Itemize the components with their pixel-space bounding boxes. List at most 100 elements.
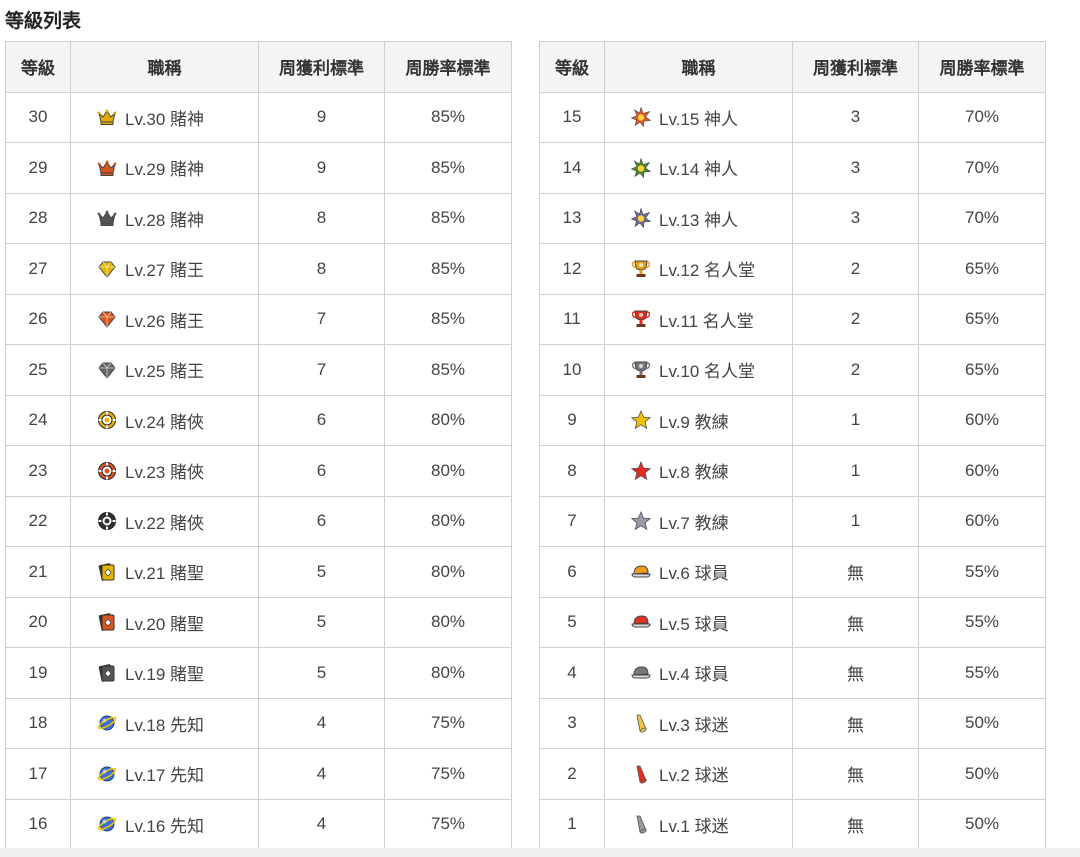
cap-icon [631, 663, 651, 683]
title-label: Lv.13 神人 [659, 210, 739, 230]
title-cell: Lv.21 賭聖 [70, 546, 259, 598]
level-cell: 17 [5, 748, 71, 800]
weekly-winrate-cell: 80% [384, 394, 512, 446]
level-cell: 12 [539, 243, 605, 295]
title-label: Lv.5 球員 [659, 614, 729, 634]
title-label: Lv.8 教練 [659, 463, 729, 483]
diamond-icon [97, 309, 117, 329]
table-row: 26 Lv.26 賭王 7 85% [5, 293, 512, 345]
level-cell: 6 [539, 546, 605, 598]
title-label: Lv.11 名人堂 [659, 311, 754, 331]
title-cell: Lv.24 賭俠 [70, 394, 259, 446]
planet-icon [97, 713, 117, 733]
trophy-icon [631, 309, 651, 329]
weekly-profit-cell: 6 [258, 495, 385, 547]
title-cell: Lv.13 神人 [604, 192, 793, 244]
weekly-profit-cell: 9 [258, 142, 385, 194]
level-cell: 15 [539, 91, 605, 143]
title-label: Lv.9 教練 [659, 412, 729, 432]
table-row: 14 Lv.14 神人 3 70% [539, 142, 1046, 194]
table-row: 5 Lv.5 球員 無 55% [539, 596, 1046, 648]
trophy-icon [631, 259, 651, 279]
weekly-profit-cell: 7 [258, 293, 385, 345]
title-label: Lv.30 賭神 [125, 109, 205, 129]
title-cell: Lv.26 賭王 [70, 293, 259, 345]
column-header-title: 職稱 [604, 41, 793, 93]
level-table-right-body: 15 Lv.15 神人 3 70% 14 Lv.14 神人 3 70% 13 Lv.13 神人 3 7… [539, 91, 1046, 850]
weekly-winrate-cell: 60% [918, 495, 1046, 547]
weekly-profit-cell: 1 [792, 445, 919, 497]
weekly-winrate-cell: 70% [918, 142, 1046, 194]
level-cell: 26 [5, 293, 71, 345]
weekly-winrate-cell: 85% [384, 142, 512, 194]
column-header-title: 職稱 [70, 41, 259, 93]
weekly-winrate-cell: 65% [918, 344, 1046, 396]
weekly-winrate-cell: 50% [918, 697, 1046, 749]
level-cell: 29 [5, 142, 71, 194]
column-header-weekly-profit: 周獲利標準 [258, 41, 385, 93]
weekly-winrate-cell: 80% [384, 546, 512, 598]
column-header-level: 等級 [539, 41, 605, 93]
chip-icon [97, 461, 117, 481]
weekly-profit-cell: 6 [258, 445, 385, 497]
table-row: 21 Lv.21 賭聖 5 80% [5, 546, 512, 598]
title-label: Lv.6 球員 [659, 564, 729, 584]
title-label: Lv.19 賭聖 [125, 665, 205, 685]
horn-icon [631, 764, 651, 784]
weekly-winrate-cell: 85% [384, 293, 512, 345]
table-row: 30 Lv.30 賭神 9 85% [5, 91, 512, 143]
title-label: Lv.7 教練 [659, 513, 729, 533]
level-cell: 25 [5, 344, 71, 396]
weekly-profit-cell: 2 [792, 243, 919, 295]
diamond-icon [97, 360, 117, 380]
title-cell: Lv.1 球迷 [604, 798, 793, 850]
weekly-profit-cell: 3 [792, 142, 919, 194]
cap-icon [631, 612, 651, 632]
table-row: 24 Lv.24 賭俠 6 80% [5, 394, 512, 446]
star-icon [631, 410, 651, 430]
weekly-profit-cell: 1 [792, 495, 919, 547]
title-cell: Lv.25 賭王 [70, 344, 259, 396]
card-icon [97, 663, 117, 683]
title-label: Lv.15 神人 [659, 109, 739, 129]
title-label: Lv.23 賭俠 [125, 463, 205, 483]
weekly-winrate-cell: 50% [918, 798, 1046, 850]
table-row: 9 Lv.9 教練 1 60% [539, 394, 1046, 446]
level-cell: 10 [539, 344, 605, 396]
title-cell: Lv.19 賭聖 [70, 647, 259, 699]
weekly-profit-cell: 無 [792, 798, 919, 850]
table-row: 22 Lv.22 賭俠 6 80% [5, 495, 512, 547]
weekly-profit-cell: 8 [258, 192, 385, 244]
table-row: 4 Lv.4 球員 無 55% [539, 647, 1046, 699]
weekly-winrate-cell: 85% [384, 344, 512, 396]
weekly-profit-cell: 2 [792, 344, 919, 396]
title-cell: Lv.30 賭神 [70, 91, 259, 143]
table-row: 29 Lv.29 賭神 9 85% [5, 142, 512, 194]
title-label: Lv.3 球迷 [659, 715, 729, 735]
level-cell: 13 [539, 192, 605, 244]
table-header-row: 等級 職稱 周獲利標準 周勝率標準 [5, 41, 512, 93]
weekly-winrate-cell: 85% [384, 192, 512, 244]
title-cell: Lv.10 名人堂 [604, 344, 793, 396]
weekly-winrate-cell: 65% [918, 293, 1046, 345]
title-label: Lv.1 球迷 [659, 816, 729, 836]
title-cell: Lv.8 教練 [604, 445, 793, 497]
weekly-profit-cell: 5 [258, 546, 385, 598]
level-cell: 23 [5, 445, 71, 497]
table-row: 7 Lv.7 教練 1 60% [539, 495, 1046, 547]
level-cell: 7 [539, 495, 605, 547]
title-cell: Lv.27 賭王 [70, 243, 259, 295]
level-cell: 4 [539, 647, 605, 699]
column-header-weekly-winrate: 周勝率標準 [918, 41, 1046, 93]
table-row: 6 Lv.6 球員 無 55% [539, 546, 1046, 598]
weekly-profit-cell: 5 [258, 647, 385, 699]
title-label: Lv.4 球員 [659, 665, 729, 685]
title-cell: Lv.12 名人堂 [604, 243, 793, 295]
weekly-winrate-cell: 80% [384, 647, 512, 699]
title-cell: Lv.7 教練 [604, 495, 793, 547]
table-row: 3 Lv.3 球迷 無 50% [539, 697, 1046, 749]
weekly-profit-cell: 4 [258, 798, 385, 850]
weekly-profit-cell: 無 [792, 596, 919, 648]
title-cell: Lv.28 賭神 [70, 192, 259, 244]
level-cell: 21 [5, 546, 71, 598]
